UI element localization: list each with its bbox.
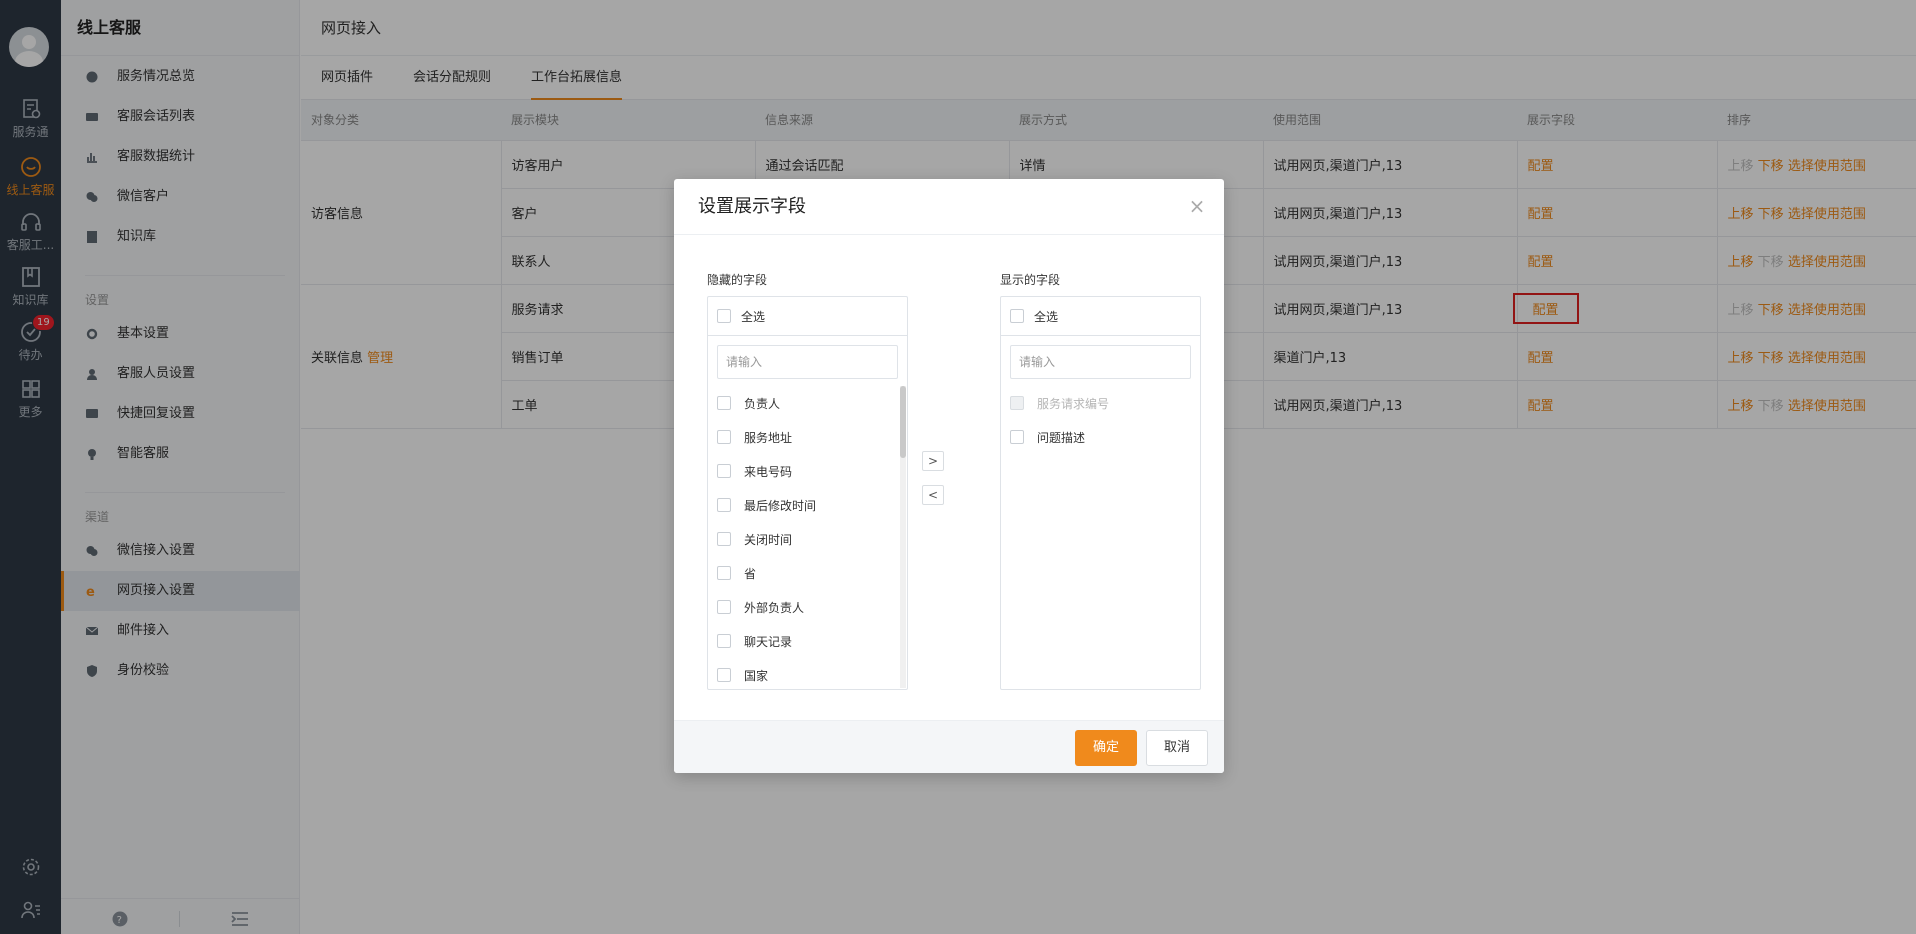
- shown-fields-label: 显示的字段: [1000, 273, 1061, 287]
- hidden-search-input[interactable]: [717, 345, 898, 379]
- field-checkbox[interactable]: [717, 600, 731, 614]
- field-checkbox[interactable]: [717, 498, 731, 512]
- field-label: 聊天记录: [744, 635, 793, 649]
- field-label: 服务请求编号: [1037, 397, 1110, 411]
- field-checkbox-disabled: [1010, 396, 1024, 410]
- close-icon[interactable]: ×: [1188, 196, 1206, 216]
- confirm-button[interactable]: 确定: [1075, 730, 1137, 766]
- field-checkbox[interactable]: [717, 430, 731, 444]
- hidden-select-all-row[interactable]: 全选: [708, 297, 907, 336]
- cancel-button[interactable]: 取消: [1146, 730, 1208, 766]
- select-all-checkbox[interactable]: [1010, 309, 1024, 323]
- field-checkbox[interactable]: [717, 634, 731, 648]
- field-label: 外部负责人: [744, 601, 805, 615]
- dialog-footer: 确定 取消: [674, 720, 1224, 773]
- move-left-button[interactable]: <: [922, 485, 944, 505]
- select-all-checkbox[interactable]: [717, 309, 731, 323]
- field-label: 问题描述: [1037, 431, 1086, 445]
- select-all-label: 全选: [1034, 310, 1059, 324]
- field-checkbox[interactable]: [717, 668, 731, 682]
- hidden-fields-panel: 全选 负责人 服务地址 来电号码 最后修改时间 关闭时间 省 外部负责人 聊天记…: [707, 296, 908, 690]
- field-checkbox[interactable]: [717, 396, 731, 410]
- scrollbar-thumb[interactable]: [900, 386, 906, 458]
- field-label: 国家: [744, 669, 769, 683]
- shown-search-input[interactable]: [1010, 345, 1191, 379]
- field-label: 最后修改时间: [744, 499, 817, 513]
- shown-select-all-row[interactable]: 全选: [1001, 297, 1200, 336]
- field-checkbox[interactable]: [1010, 430, 1024, 444]
- field-label: 服务地址: [744, 431, 793, 445]
- field-label: 省: [744, 567, 757, 581]
- field-checkbox[interactable]: [717, 464, 731, 478]
- select-all-label: 全选: [741, 310, 766, 324]
- move-right-button[interactable]: >: [922, 451, 944, 471]
- field-label: 来电号码: [744, 465, 793, 479]
- shown-fields-panel: 全选 服务请求编号 问题描述: [1000, 296, 1201, 690]
- field-checkbox[interactable]: [717, 532, 731, 546]
- field-label: 关闭时间: [744, 533, 793, 547]
- field-label: 负责人: [744, 397, 781, 411]
- dialog-title: 设置展示字段: [674, 179, 1224, 235]
- field-checkbox[interactable]: [717, 566, 731, 580]
- hidden-fields-label: 隐藏的字段: [707, 273, 768, 287]
- field-settings-dialog: 设置展示字段 × 隐藏的字段 显示的字段 全选 负责人 服务地址 来电号码 最后…: [674, 179, 1224, 773]
